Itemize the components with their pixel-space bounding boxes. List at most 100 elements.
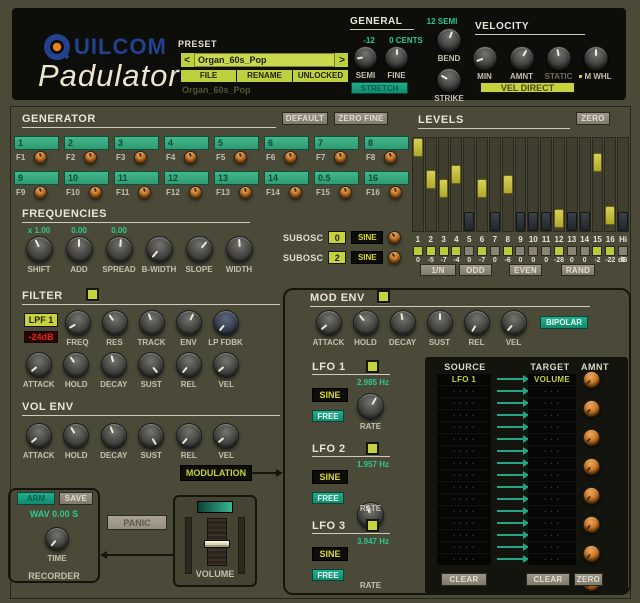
partial-fine-knob[interactable] xyxy=(34,151,48,164)
partial-fine-knob[interactable] xyxy=(284,151,298,164)
matrix-target-cell[interactable]: · · · xyxy=(528,482,576,493)
level-slider[interactable] xyxy=(514,137,527,232)
level-slider-handle[interactable] xyxy=(413,138,423,157)
level-slider[interactable] xyxy=(578,137,591,232)
partial-fine-knob[interactable] xyxy=(184,151,198,164)
levels-rand-button[interactable]: RAND xyxy=(561,264,595,276)
velocity-m-whl-knob[interactable] xyxy=(583,46,608,70)
level-toggle[interactable] xyxy=(592,246,603,256)
general-fine-knob[interactable] xyxy=(385,46,408,69)
panic-button[interactable]: PANIC xyxy=(107,515,167,530)
frequencies-b-width-knob[interactable] xyxy=(145,236,173,263)
level-slider[interactable] xyxy=(540,137,553,232)
level-slider[interactable] xyxy=(553,137,565,232)
levels-even-button[interactable]: EVEN xyxy=(509,264,542,276)
level-slider-handle[interactable] xyxy=(477,179,487,198)
level-slider-handle[interactable] xyxy=(554,209,564,228)
matrix-source-cell[interactable]: · · · · xyxy=(437,530,491,541)
subosc-level-knob[interactable] xyxy=(388,251,402,264)
matrix-target-cell[interactable]: · · · xyxy=(528,530,576,541)
lfo-enable-toggle[interactable] xyxy=(366,519,379,532)
partial-fine-knob[interactable] xyxy=(238,186,252,199)
partial-ratio-box[interactable]: 8 xyxy=(364,136,409,150)
level-toggle[interactable] xyxy=(605,246,616,256)
subosc-wave-box[interactable]: SINE xyxy=(351,251,384,264)
partial-fine-knob[interactable] xyxy=(388,186,402,199)
level-toggle[interactable] xyxy=(412,246,423,256)
matrix-amnt-knob[interactable] xyxy=(583,458,600,475)
level-slider[interactable] xyxy=(604,137,617,232)
partial-ratio-box[interactable]: 0.5 xyxy=(314,171,359,185)
mod-env-attack-knob[interactable] xyxy=(315,310,342,336)
matrix-source-cell[interactable]: · · · · xyxy=(437,398,491,409)
matrix-source-cell[interactable]: · · · · xyxy=(437,458,491,469)
levels-zero-button[interactable]: ZERO xyxy=(576,112,610,125)
level-slider-handle[interactable] xyxy=(566,212,577,231)
velocity-min-knob[interactable] xyxy=(472,46,497,70)
matrix-amnt-knob[interactable] xyxy=(583,429,600,446)
lfo-free-button[interactable]: FREE xyxy=(312,492,344,504)
partial-ratio-box[interactable]: 9 xyxy=(14,171,59,185)
matrix-target-cell[interactable]: · · · xyxy=(528,434,576,445)
matrix-target-cell[interactable]: · · · xyxy=(528,542,576,553)
generator-default-button[interactable]: DEFAULT xyxy=(282,112,328,125)
matrix-target-cell[interactable]: · · · xyxy=(528,470,576,481)
level-slider[interactable] xyxy=(424,137,437,232)
time-knob[interactable] xyxy=(45,527,69,551)
level-toggle[interactable] xyxy=(515,246,526,256)
mod-env-rel-knob[interactable] xyxy=(463,310,490,336)
preset-prev-button[interactable]: < xyxy=(181,55,193,66)
partial-ratio-box[interactable]: 10 xyxy=(64,171,109,185)
lfo-enable-toggle[interactable] xyxy=(366,360,379,373)
partial-fine-knob[interactable] xyxy=(134,151,148,164)
matrix-source-cell[interactable]: · · · · xyxy=(437,434,491,445)
level-slider-handle[interactable] xyxy=(605,206,616,225)
matrix-amnt-knob[interactable] xyxy=(583,487,600,504)
level-slider-handle[interactable] xyxy=(464,212,475,231)
matrix-target-cell[interactable]: · · · xyxy=(528,506,576,517)
partial-ratio-box[interactable]: 4 xyxy=(164,136,209,150)
matrix-source-cell[interactable]: · · · · xyxy=(437,422,491,433)
level-slider[interactable] xyxy=(527,137,540,232)
matrix-target-cell[interactable]: · · · xyxy=(528,554,576,565)
level-slider-handle[interactable] xyxy=(502,175,513,194)
matrix-amnt-knob[interactable] xyxy=(583,516,600,533)
vol-env-sust-knob[interactable] xyxy=(138,423,165,449)
level-slider[interactable] xyxy=(591,137,604,232)
frequencies-spread-knob[interactable] xyxy=(105,236,133,263)
matrix-target-cell[interactable]: · · · xyxy=(528,386,576,397)
mod-env-enable-toggle[interactable] xyxy=(377,290,390,303)
level-slider[interactable] xyxy=(437,137,450,232)
matrix-source-cell[interactable]: · · · · xyxy=(437,446,491,457)
generator-zero-fine-button[interactable]: ZERO FINE xyxy=(334,112,388,125)
level-slider[interactable] xyxy=(463,137,476,232)
partial-fine-knob[interactable] xyxy=(288,186,302,199)
level-toggle[interactable] xyxy=(502,246,513,256)
level-slider[interactable] xyxy=(476,137,488,232)
level-slider-handle[interactable] xyxy=(579,212,590,231)
preset-rename-button[interactable]: RENAME xyxy=(237,70,293,82)
matrix-target-cell[interactable]: · · · xyxy=(528,410,576,421)
level-toggle[interactable] xyxy=(425,246,436,256)
matrix-target-cell[interactable]: · · · xyxy=(528,422,576,433)
filter-env-decay-knob[interactable] xyxy=(100,352,127,378)
mod-env-decay-knob[interactable] xyxy=(389,310,416,336)
general-bend-knob[interactable] xyxy=(437,28,461,52)
vol-env-hold-knob[interactable] xyxy=(63,423,90,449)
level-slider-handle[interactable] xyxy=(438,179,449,198)
level-slider-handle[interactable] xyxy=(515,212,526,231)
level-toggle[interactable] xyxy=(618,246,629,256)
level-toggle[interactable] xyxy=(566,246,577,256)
matrix-clear-target-button[interactable]: CLEAR xyxy=(526,573,570,586)
general-semi-knob[interactable] xyxy=(354,46,377,69)
filter-env-attack-knob[interactable] xyxy=(25,352,52,378)
matrix-source-cell[interactable]: LFO 1 xyxy=(437,374,491,385)
velocity-amnt-knob[interactable] xyxy=(509,46,534,70)
lfo-free-button[interactable]: FREE xyxy=(312,410,344,422)
matrix-source-cell[interactable]: · · · · xyxy=(437,410,491,421)
partial-fine-knob[interactable] xyxy=(138,186,152,199)
level-toggle[interactable] xyxy=(541,246,552,256)
partial-ratio-box[interactable]: 3 xyxy=(114,136,159,150)
partial-ratio-box[interactable]: 5 xyxy=(214,136,259,150)
partial-fine-knob[interactable] xyxy=(88,186,102,199)
